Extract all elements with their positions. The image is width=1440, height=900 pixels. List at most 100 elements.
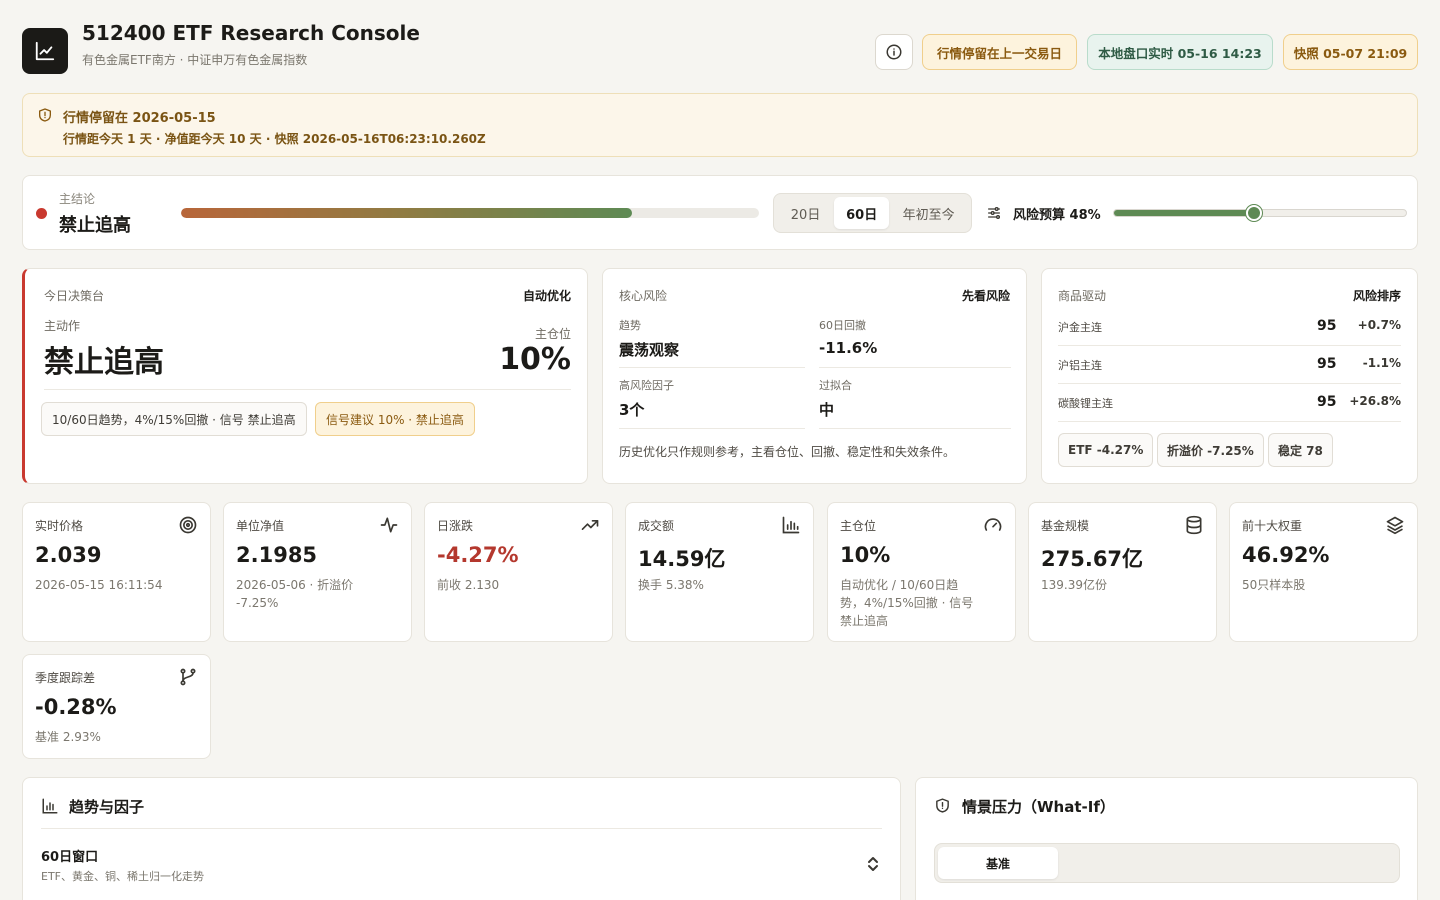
scenario-section: 情景压力（What-If） 基准: [915, 777, 1418, 900]
metric-label: 季度跟踪差: [35, 671, 96, 685]
commodity-header: 商品驱动: [1058, 289, 1107, 303]
rule-chip: 10/60日趋势，4%/15%回撤 · 信号 禁止追高: [41, 402, 307, 436]
period-tab-20d[interactable]: 20日: [777, 197, 834, 229]
stale-data-banner: 行情停留在 2026-05-15 行情距今天 1 天 · 净值距今天 10 天 …: [22, 93, 1418, 157]
database-icon: [1186, 515, 1202, 535]
divider: [41, 828, 882, 829]
overfit-label: 过拟合: [819, 379, 852, 392]
period-tab-60d[interactable]: 60日: [834, 197, 890, 229]
banner-title: 行情停留在 2026-05-15: [63, 111, 216, 126]
info-icon: [886, 44, 902, 60]
overfit-value: 中: [819, 401, 835, 419]
metric-value: -0.28%: [35, 695, 117, 719]
decision-position: 10%: [499, 342, 571, 377]
metric-sub: 50只样本股: [1242, 578, 1306, 592]
metric-card-fund-size: 基金规模 275.67亿 139.39亿份: [1028, 502, 1217, 642]
divider: [819, 428, 1011, 429]
metric-sub: 139.39亿份: [1041, 578, 1107, 592]
commodity-card: 商品驱动 风险排序 沪金主连 95 +0.7% 沪铝主连 95 -1.1% 碳酸…: [1041, 268, 1418, 484]
commodity-name: 碳酸锂主连: [1058, 397, 1113, 410]
period-selector: 20日 60日 年初至今: [773, 193, 972, 233]
trend-label: 趋势: [619, 319, 641, 332]
metric-label: 前十大权重: [1242, 519, 1303, 533]
decision-card: 今日决策台 自动优化 主动作 禁止追高 主仓位 10% 10/60日趋势，4%/…: [22, 268, 588, 484]
commodity-change: +0.7%: [1357, 318, 1401, 332]
conclusion-progress: [181, 208, 759, 218]
metric-label: 成交额: [638, 519, 675, 533]
target-icon: [179, 516, 197, 534]
commodity-name: 沪铝主连: [1058, 359, 1102, 372]
conclusion-bar: 主结论 禁止追高 20日 60日 年初至今 风险预算 48%: [22, 175, 1418, 250]
metric-card-top10-weight: 前十大权重 46.92% 50只样本股: [1229, 502, 1418, 642]
status-pill-local: 本地盘口实时 05-16 14:23: [1087, 34, 1273, 70]
metric-sub: 基准 2.93%: [35, 730, 101, 744]
metric-value: -4.27%: [437, 543, 519, 567]
metric-card-turnover: 成交额 14.59亿 换手 5.38%: [625, 502, 814, 642]
trending-up-icon: [581, 520, 599, 530]
status-pill-stale: 行情停留在上一交易日: [922, 34, 1077, 70]
decision-mode: 自动优化: [522, 289, 571, 303]
section-title: 情景压力（What-If）: [962, 798, 1115, 816]
metric-value: 10%: [840, 543, 891, 567]
metric-card-price: 实时价格 2.039 2026-05-15 16:11:54: [22, 502, 211, 642]
decision-action: 禁止追高: [44, 345, 164, 380]
drawdown-label: 60日回撤: [819, 319, 866, 332]
chevron-up-down-icon[interactable]: [866, 856, 880, 872]
commodity-score: 95: [1317, 356, 1337, 372]
core-risk-header: 核心风险: [619, 289, 668, 303]
trend-value: 震荡观察: [619, 341, 680, 359]
metric-value: 275.67亿: [1041, 547, 1144, 571]
metric-card-position: 主仓位 10% 自动优化 / 10/60日趋势，4%/15%回撤 · 信号 禁止…: [827, 502, 1016, 642]
info-button[interactable]: [875, 34, 913, 70]
metric-sub: 2026-05-15 16:11:54: [35, 578, 163, 592]
divider: [1058, 421, 1401, 422]
risk-budget-label: 风险预算 48%: [1013, 208, 1101, 223]
git-branch-icon: [180, 668, 196, 686]
gauge-icon: [984, 518, 1002, 531]
period-tab-ytd[interactable]: 年初至今: [889, 197, 968, 229]
decision-position-label: 主仓位: [534, 327, 571, 341]
divider: [619, 428, 805, 429]
status-dot: [36, 208, 47, 219]
window-selector-sub: ETF、黄金、铜、稀土归一化走势: [41, 870, 204, 883]
banner-detail: 行情距今天 1 天 · 净值距今天 10 天 · 快照 2026-05-16T0…: [63, 132, 486, 146]
page-subtitle: 有色金属ETF南方 · 中证申万有色金属指数: [82, 53, 308, 67]
section-title: 趋势与因子: [69, 798, 145, 816]
metric-sub: 换手 5.38%: [638, 578, 704, 592]
risk-budget-slider-thumb[interactable]: [1246, 205, 1263, 221]
metric-label: 日涨跌: [437, 519, 474, 533]
metric-value: 46.92%: [1242, 543, 1330, 567]
bar-chart-icon: [782, 516, 800, 534]
window-selector-title[interactable]: 60日窗口: [41, 846, 98, 865]
divider: [619, 367, 805, 368]
shield-alert-icon: [39, 108, 51, 122]
pulse-icon: [380, 517, 398, 533]
metric-sub: 前收 2.130: [437, 578, 500, 592]
signal-chip: 信号建议 10% · 禁止追高: [315, 402, 475, 436]
divider: [1058, 383, 1401, 384]
metric-label: 单位净值: [236, 519, 285, 533]
line-chart-icon: [35, 41, 55, 61]
conclusion-label: 主结论: [59, 192, 96, 206]
commodity-score: 95: [1317, 394, 1337, 410]
core-risk-header-right: 先看风险: [961, 289, 1010, 303]
divider: [819, 367, 1011, 368]
factor-value: 3个: [619, 401, 645, 419]
sliders-icon: [988, 207, 1000, 219]
factor-label: 高风险因子: [619, 379, 674, 392]
risk-budget-slider-fill: [1114, 210, 1255, 216]
trend-factor-section: 趋势与因子 60日窗口 ETF、黄金、铜、稀土归一化走势: [22, 777, 901, 900]
risk-budget-slider[interactable]: [1113, 205, 1407, 221]
decision-header: 今日决策台: [44, 289, 105, 303]
metric-value: 2.1985: [236, 543, 318, 567]
divider: [44, 389, 571, 390]
core-risk-note: 历史优化只作规则参考，主看仓位、回撤、稳定性和失效条件。: [619, 445, 956, 459]
core-risk-card: 核心风险 先看风险 趋势 震荡观察 60日回撤 -11.6% 高风险因子 3个 …: [602, 268, 1027, 484]
metric-label: 主仓位: [840, 519, 877, 533]
app-logo: [22, 28, 68, 74]
scenario-tabs: 基准: [934, 843, 1400, 883]
metric-label: 基金规模: [1041, 519, 1090, 533]
status-pill-snapshot: 快照 05-07 21:09: [1283, 34, 1418, 70]
scenario-tab-baseline[interactable]: 基准: [938, 847, 1058, 879]
commodity-change: -1.1%: [1362, 356, 1401, 370]
